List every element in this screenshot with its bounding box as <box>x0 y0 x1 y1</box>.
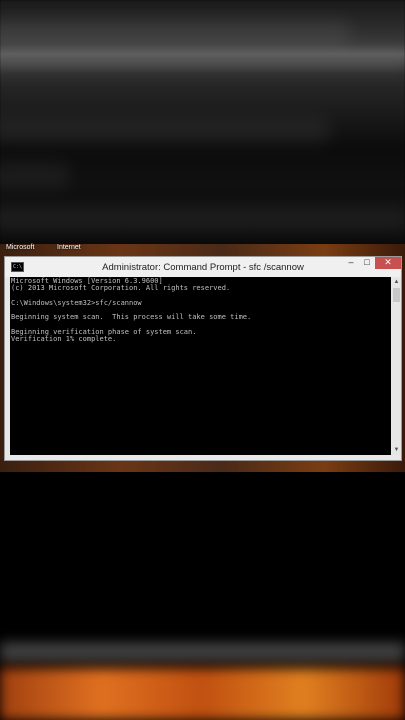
title-bar[interactable]: C:\ Administrator: Command Prompt - sfc … <box>5 257 401 277</box>
blurred-line <box>0 118 330 144</box>
console-line: C:\Windows\system32>sfc/scannow <box>11 298 142 307</box>
console-text: Microsoft Windows [Version 6.3.9600] (c)… <box>10 277 391 344</box>
blurred-glow <box>0 642 405 662</box>
vertical-scrollbar[interactable]: ▲ ▼ <box>392 277 401 455</box>
console-line: Verification 1% complete. <box>11 335 117 344</box>
console-output[interactable]: Microsoft Windows [Version 6.3.9600] (c)… <box>10 277 391 455</box>
blurred-background-top <box>0 0 405 245</box>
blurred-line <box>0 48 405 74</box>
blurred-line <box>0 206 405 232</box>
blurred-line <box>0 20 350 46</box>
window-title: Administrator: Command Prompt - sfc /sca… <box>102 261 304 273</box>
minimize-button[interactable]: – <box>343 257 359 269</box>
console-line: (c) 2013 Microsoft Corporation. All righ… <box>11 284 231 293</box>
blurred-glow <box>0 668 405 720</box>
command-prompt-window[interactable]: C:\ Administrator: Command Prompt - sfc … <box>4 256 402 461</box>
maximize-button[interactable]: □ <box>359 257 375 269</box>
scroll-up-arrow-icon[interactable]: ▲ <box>392 277 401 287</box>
desktop-icon-label[interactable]: Microsoft <box>6 244 34 252</box>
close-button[interactable]: ✕ <box>375 257 401 269</box>
blurred-background-bottom <box>0 472 405 720</box>
blurred-line <box>0 162 70 188</box>
scroll-thumb[interactable] <box>393 288 400 302</box>
console-line: Beginning system scan. This process will… <box>11 313 252 322</box>
scroll-down-arrow-icon[interactable]: ▼ <box>392 445 401 455</box>
desktop-icon-label[interactable]: Internet <box>57 244 81 252</box>
window-controls: – □ ✕ <box>343 257 401 269</box>
